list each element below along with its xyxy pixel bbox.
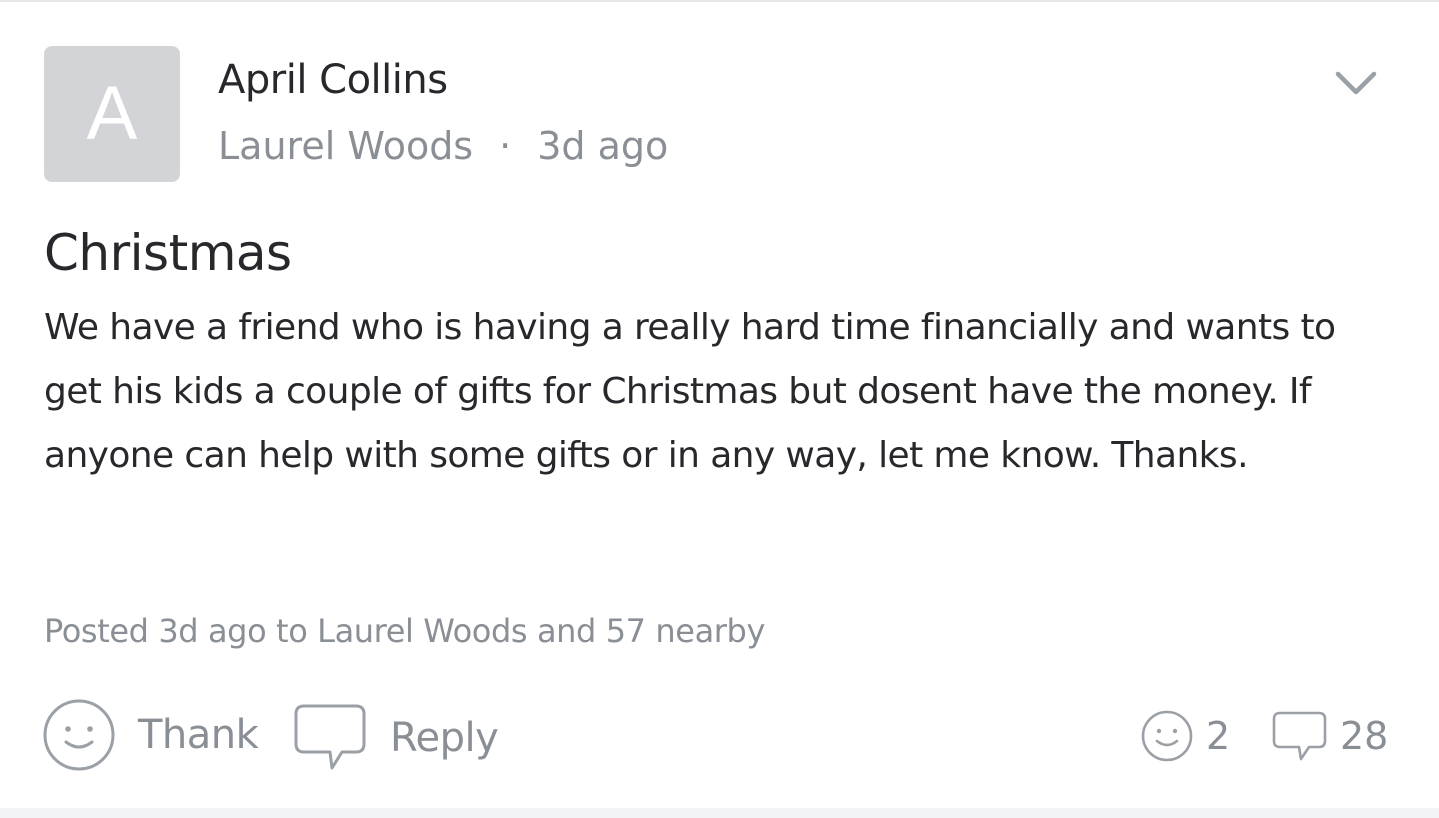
thank-button[interactable]: Thank <box>42 698 259 772</box>
posted-info[interactable]: Posted 3d ago to Laurel Woods and 57 nea… <box>44 612 765 650</box>
card-divider <box>0 808 1439 818</box>
meta-separator: · <box>499 124 512 168</box>
thanks-count[interactable]: 2 <box>1140 709 1230 763</box>
smiley-icon <box>1141 710 1193 762</box>
post-title: Christmas <box>44 224 292 282</box>
post-card: A April Collins Laurel Woods · 3d ago Chri… <box>0 0 1439 818</box>
replies-count-value: 28 <box>1340 714 1389 758</box>
replies-count[interactable]: 28 <box>1272 710 1388 762</box>
post-meta: Laurel Woods · 3d ago <box>218 124 668 168</box>
reply-label: Reply <box>390 715 499 761</box>
post-timestamp: 3d ago <box>537 124 669 168</box>
author-name[interactable]: April Collins <box>218 57 448 103</box>
thank-label: Thank <box>138 712 259 758</box>
speech-bubble-icon <box>1272 711 1327 761</box>
neighborhood-link[interactable]: Laurel Woods <box>218 124 473 168</box>
thanks-count-value: 2 <box>1206 714 1231 758</box>
smiley-icon <box>43 699 115 771</box>
post-body: We have a friend who is having a really … <box>44 307 1336 476</box>
avatar[interactable]: A <box>44 46 180 182</box>
reply-button[interactable]: Reply <box>294 702 499 774</box>
chevron-down-icon[interactable] <box>1334 68 1378 98</box>
speech-bubble-icon <box>294 704 366 770</box>
